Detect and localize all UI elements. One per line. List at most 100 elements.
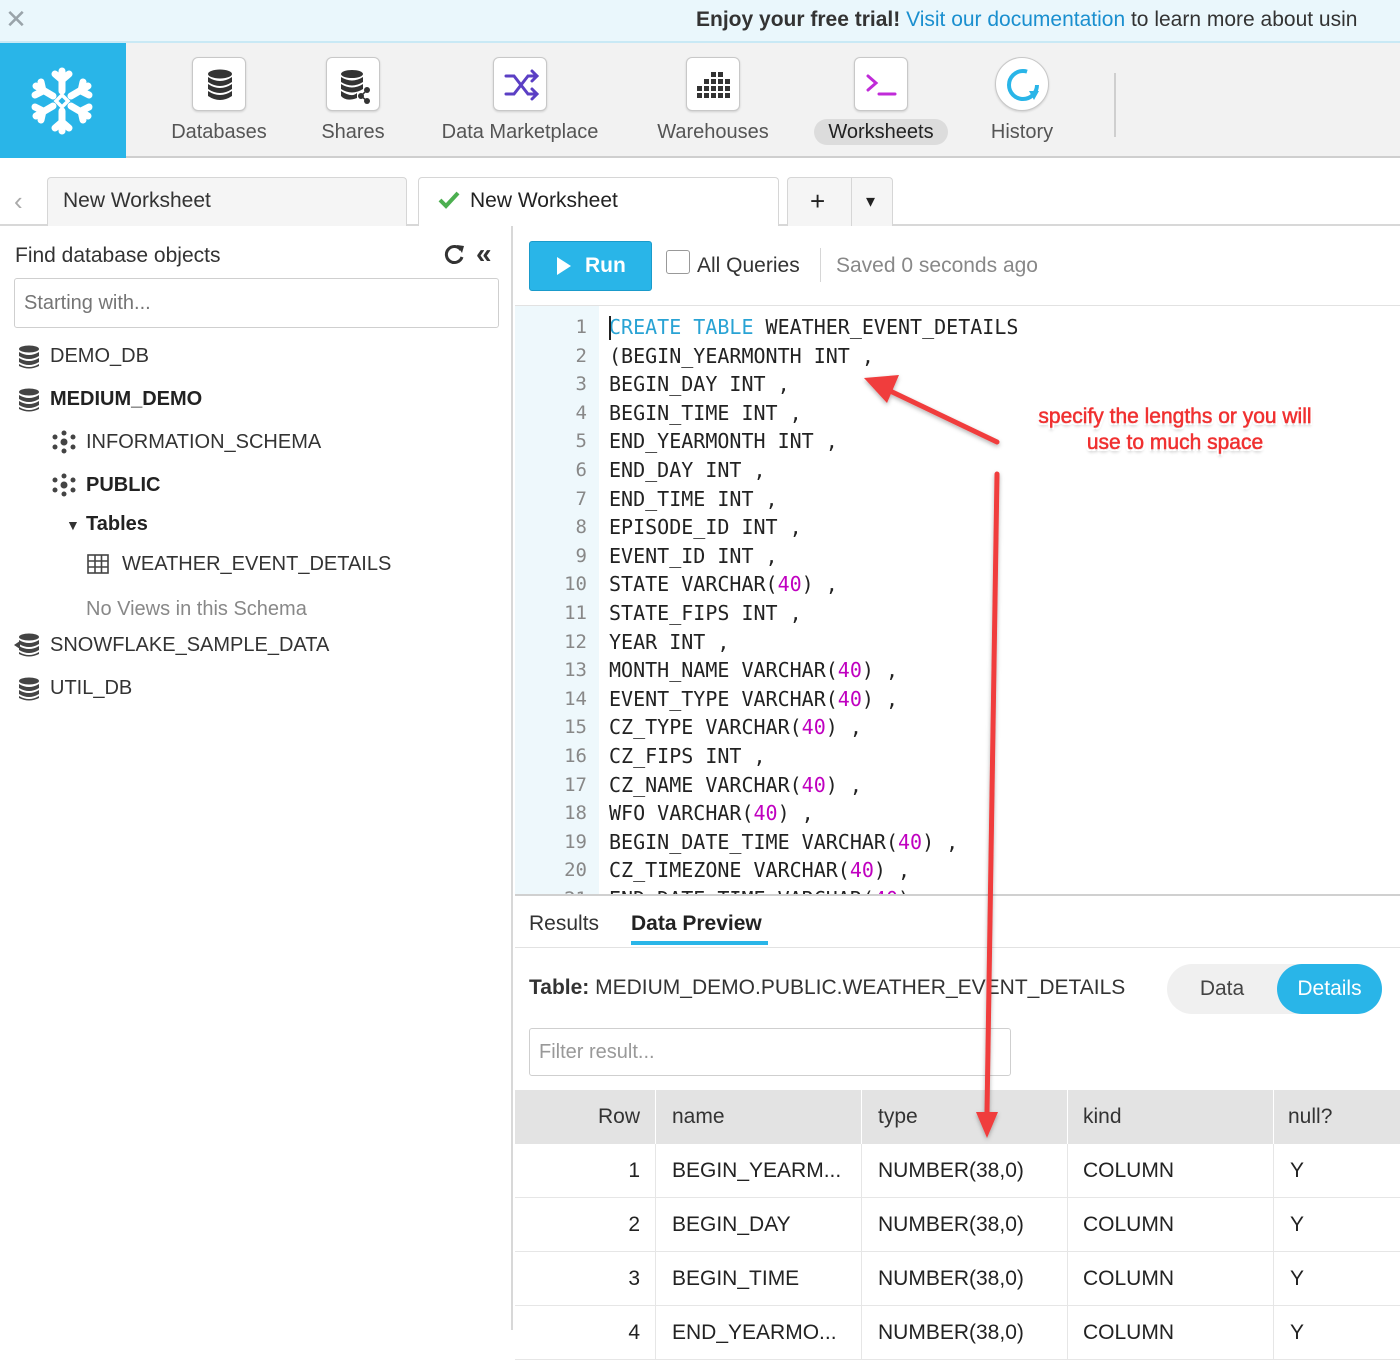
line-number: 4: [575, 401, 587, 424]
sql-number: 40: [753, 801, 778, 826]
tab-results[interactable]: Results: [529, 912, 599, 936]
expand-triangle-icon[interactable]: ▼: [66, 517, 80, 533]
cell-row: 1: [515, 1144, 656, 1198]
panel-title: Find database objects: [15, 244, 221, 267]
table-row[interactable]: 4 END_YEARMO... NUMBER(38,0) COLUMN Y: [515, 1306, 1400, 1360]
shuffle-icon: [493, 57, 547, 111]
tab-worksheet-active[interactable]: New Worksheet: [418, 177, 779, 228]
tree-database-util-db[interactable]: UTIL_DB: [50, 677, 132, 700]
results-panel: Results Data Preview Table: MEDIUM_DEMO.…: [515, 894, 1400, 1360]
object-search-input[interactable]: [14, 278, 499, 328]
code-line: BEGIN_TIME INT ,: [609, 401, 802, 425]
filter-result-input[interactable]: [529, 1028, 1011, 1076]
nav-databases[interactable]: Databases: [166, 43, 272, 158]
column-header-row[interactable]: Row: [515, 1090, 656, 1144]
column-header-type[interactable]: type: [862, 1090, 1068, 1144]
toolbar-divider: [820, 248, 821, 282]
tree-schema-public[interactable]: PUBLIC: [86, 474, 160, 497]
table-row[interactable]: 1 BEGIN_YEARM... NUMBER(38,0) COLUMN Y: [515, 1144, 1400, 1198]
table-row[interactable]: 3 BEGIN_TIME NUMBER(38,0) COLUMN Y: [515, 1252, 1400, 1306]
cell-type: NUMBER(38,0): [862, 1198, 1068, 1252]
tree-database-snowflake-sample-data[interactable]: SNOWFLAKE_SAMPLE_DATA: [50, 634, 329, 657]
sql-text: ) ,: [777, 801, 814, 826]
sql-text: BEGIN_TIME INT ,: [609, 400, 802, 425]
shares-icon: [326, 57, 380, 111]
tab-data-preview[interactable]: Data Preview: [631, 912, 762, 936]
code-line: END_DATE_TIME VARCHAR(40) ,: [609, 887, 934, 894]
code-line: STATE_FIPS INT ,: [609, 601, 802, 625]
add-tab-button[interactable]: +: [810, 186, 825, 217]
code-line: BEGIN_DATE_TIME VARCHAR(40) ,: [609, 830, 958, 854]
cell-row: 3: [515, 1252, 656, 1306]
sql-editor[interactable]: 123456789101112131415161718192021 CREATE…: [515, 306, 1400, 894]
sql-text: BEGIN_DAY INT ,: [609, 372, 790, 397]
worksheet-tabs: ‹ New Worksheet New Worksheet + ▾: [0, 158, 1400, 228]
collapse-panel-icon[interactable]: «: [476, 238, 492, 270]
tree-schema-information-schema[interactable]: INFORMATION_SCHEMA: [86, 431, 321, 454]
database-icon: [18, 388, 40, 417]
cell-null: Y: [1290, 1267, 1305, 1290]
cell-kind: COLUMN: [1068, 1198, 1274, 1252]
tab-worksheet-inactive[interactable]: New Worksheet: [47, 177, 407, 227]
table-title: Table: MEDIUM_DEMO.PUBLIC.WEATHER_EVENT_…: [529, 976, 1125, 1000]
sql-number: 40: [801, 772, 826, 797]
line-number: 14: [564, 687, 587, 710]
tree-database-medium-demo[interactable]: MEDIUM_DEMO: [50, 388, 202, 411]
code-line: (BEGIN_YEARMONTH INT ,: [609, 344, 874, 368]
shared-database-icon: [14, 633, 40, 662]
tree-database-demo-db[interactable]: DEMO_DB: [50, 345, 149, 368]
top-nav: Databases Shares Data Marketplace Wareho…: [0, 43, 1400, 158]
check-icon: [437, 188, 461, 218]
cell-null: Y: [1290, 1213, 1305, 1236]
snowflake-logo-icon[interactable]: [0, 43, 126, 158]
tree-folder-tables[interactable]: Tables: [86, 513, 148, 536]
cell-null: Y: [1290, 1321, 1305, 1344]
nav-warehouses[interactable]: Warehouses: [648, 43, 778, 158]
table-label: Table:: [529, 976, 590, 999]
nav-history[interactable]: History: [976, 43, 1068, 158]
sql-text: ) ,: [825, 715, 862, 740]
active-tab-indicator: [631, 941, 768, 945]
toggle-data[interactable]: Data: [1167, 964, 1277, 1014]
cell-kind: COLUMN: [1068, 1252, 1274, 1306]
code-line: CZ_TIMEZONE VARCHAR(40) ,: [609, 858, 910, 882]
terminal-prompt-icon: [854, 57, 908, 111]
sql-text: ) ,: [825, 772, 862, 797]
refresh-icon[interactable]: [444, 242, 466, 271]
tab-scroll-left-icon[interactable]: ‹: [14, 186, 23, 217]
column-header-name[interactable]: name: [656, 1090, 862, 1144]
cell-row: 4: [515, 1306, 656, 1360]
code-line: MONTH_NAME VARCHAR(40) ,: [609, 658, 898, 682]
column-header-null[interactable]: null?: [1274, 1090, 1400, 1144]
cell-null: Y: [1290, 1159, 1305, 1182]
nav-divider: [1114, 73, 1116, 137]
object-browser: Find database objects « DEMO_DB MEDIUM_D…: [0, 226, 513, 1330]
line-number: 9: [575, 544, 587, 567]
nav-shares[interactable]: Shares: [310, 43, 396, 158]
nav-data-marketplace[interactable]: Data Marketplace: [428, 43, 612, 158]
sql-text: EVENT_ID INT ,: [609, 543, 778, 568]
code-line: EVENT_ID INT ,: [609, 544, 778, 568]
sql-text: END_TIME INT ,: [609, 486, 778, 511]
table-row[interactable]: 2 BEGIN_DAY NUMBER(38,0) COLUMN Y: [515, 1198, 1400, 1252]
tree-table-weather-event-details[interactable]: WEATHER_EVENT_DETAILS: [122, 553, 391, 576]
sql-text: EVENT_TYPE VARCHAR(: [609, 686, 838, 711]
table-icon: [87, 554, 109, 579]
worksheet-toolbar: Run All Queries Saved 0 seconds ago: [515, 226, 1400, 306]
toggle-details[interactable]: Details: [1277, 964, 1382, 1014]
tab-menu-dropdown-icon[interactable]: ▾: [866, 191, 875, 212]
line-number: 15: [564, 716, 587, 739]
line-number: 8: [575, 516, 587, 539]
documentation-link[interactable]: Visit our documentation: [906, 8, 1125, 31]
nav-worksheets[interactable]: Worksheets: [806, 43, 956, 158]
table-header: Row name type kind null?: [515, 1090, 1400, 1144]
schema-icon: [51, 473, 77, 502]
sql-number: 40: [837, 658, 862, 683]
all-queries-checkbox[interactable]: [666, 250, 690, 274]
column-header-kind[interactable]: kind: [1068, 1090, 1274, 1144]
code-line: CZ_NAME VARCHAR(40) ,: [609, 773, 862, 797]
close-icon[interactable]: ✕: [4, 4, 28, 34]
run-button[interactable]: Run: [529, 241, 652, 291]
annotation-line-2: use to much space: [1086, 431, 1264, 455]
sql-text: WFO VARCHAR(: [609, 801, 754, 826]
